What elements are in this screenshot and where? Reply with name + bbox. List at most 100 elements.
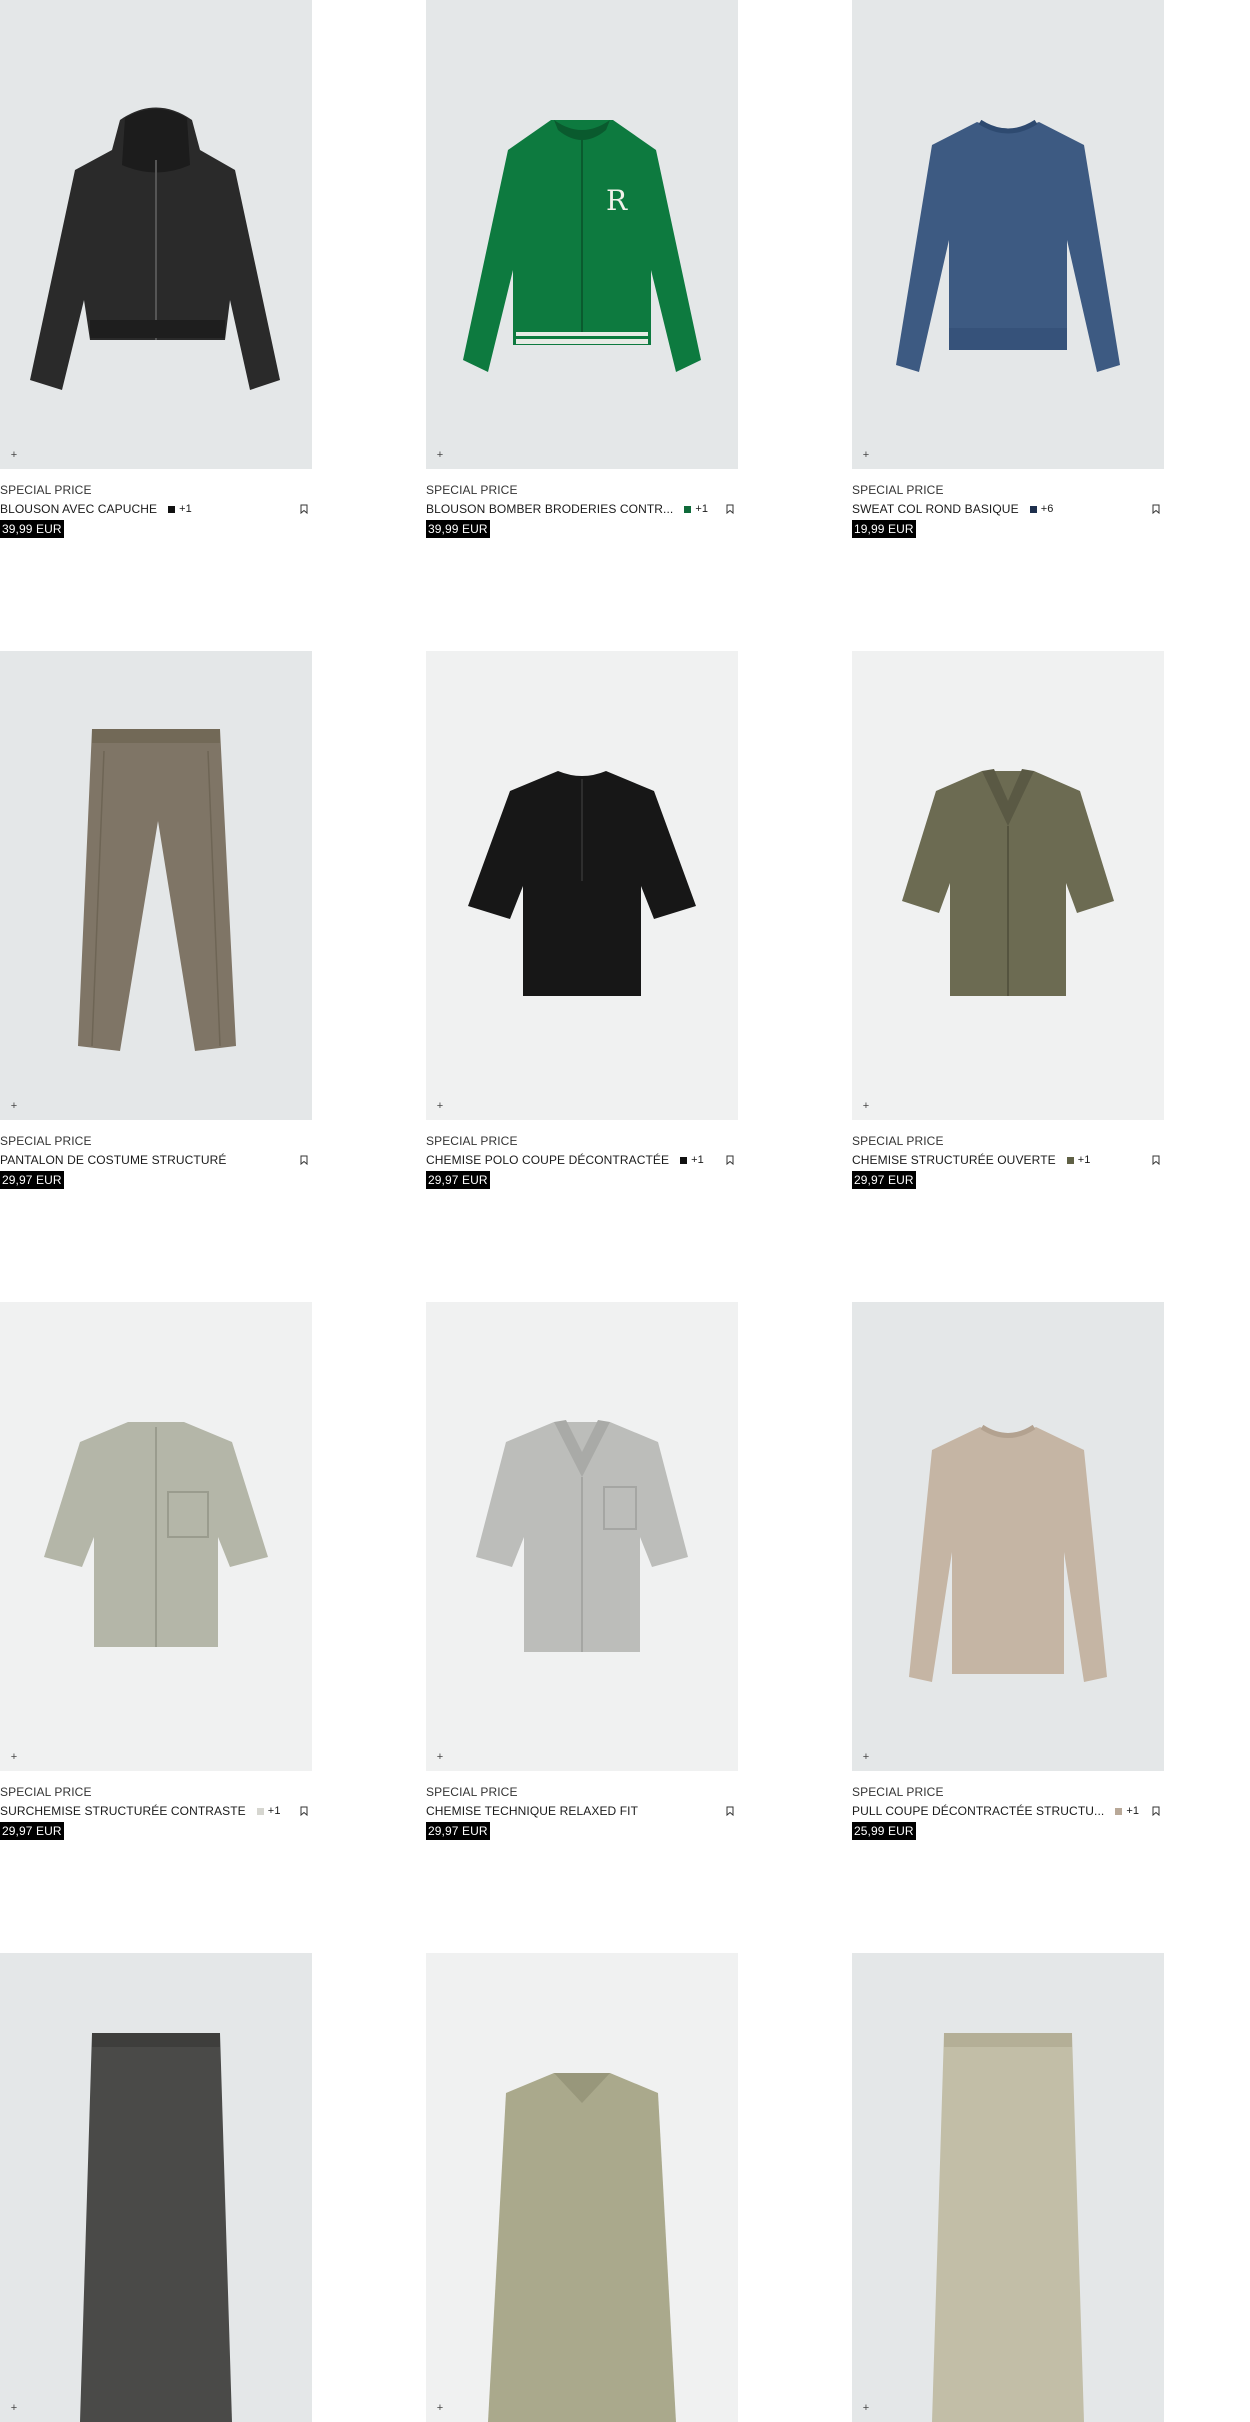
product-card[interactable]: + SPECIAL PRICE CHEMISE POLO COUPE DÉCONTR… xyxy=(426,651,738,1189)
bookmark-icon[interactable] xyxy=(298,1153,310,1167)
product-info: SPECIAL PRICE CHEMISE STRUCTURÉE OUVERTE +… xyxy=(852,1120,1164,1189)
product-name[interactable]: CHEMISE TECHNIQUE RELAXED FIT xyxy=(426,1801,638,1821)
bookmark-icon[interactable] xyxy=(298,1804,310,1818)
bookmark-icon[interactable] xyxy=(724,502,736,516)
add-to-cart-icon[interactable]: + xyxy=(860,1100,872,1112)
product-name[interactable]: PULL COUPE DÉCONTRACTÉE STRUCTU... xyxy=(852,1801,1104,1821)
leather-hooded-jacket-image xyxy=(30,107,280,390)
textured-overshirt-image xyxy=(44,1422,268,1647)
product-image[interactable]: + xyxy=(0,1302,312,1771)
bookmark-icon[interactable] xyxy=(724,1804,736,1818)
product-image[interactable]: + xyxy=(852,1953,1164,2422)
product-image[interactable]: R + xyxy=(426,0,738,469)
product-image[interactable]: + xyxy=(426,1953,738,2422)
product-price: 39,99 EUR xyxy=(426,520,490,538)
product-name[interactable]: BLOUSON BOMBER BRODERIES CONTR... xyxy=(426,499,673,519)
color-swatch[interactable] xyxy=(1115,1807,1123,1815)
more-colors-count: +1 xyxy=(1077,1154,1091,1166)
promo-tag: SPECIAL PRICE xyxy=(0,1785,92,1799)
bookmark-icon[interactable] xyxy=(1150,1153,1162,1167)
product-price: 29,97 EUR xyxy=(426,1171,490,1189)
color-swatch[interactable] xyxy=(1029,505,1037,513)
add-to-cart-icon[interactable]: + xyxy=(8,2402,20,2414)
add-to-cart-icon[interactable]: + xyxy=(434,1751,446,1763)
product-card[interactable]: + SPECIAL PRICE CHEMISE TECHNIQUE RELAXED … xyxy=(426,1302,738,1840)
product-price: 29,97 EUR xyxy=(0,1171,64,1189)
product-card[interactable]: + SPECIAL PRICE SWEAT COL ROND BASIQUE +6 19… xyxy=(852,0,1164,538)
product-image[interactable]: + xyxy=(852,1302,1164,1771)
product-image[interactable]: + xyxy=(852,0,1164,469)
bookmark-icon[interactable] xyxy=(1150,502,1162,516)
product-info: SPECIAL PRICE CHEMISE POLO COUPE DÉCONTRA… xyxy=(426,1120,738,1189)
black-polo-shirt-image xyxy=(468,771,696,996)
product-card[interactable]: + SPECIAL PRICE SURCHEMISE STRUCTURÉE CONT… xyxy=(0,1302,312,1840)
promo-tag: SPECIAL PRICE xyxy=(0,483,92,497)
add-to-cart-icon[interactable]: + xyxy=(860,2402,872,2414)
product-name[interactable]: SURCHEMISE STRUCTURÉE CONTRASTE xyxy=(0,1801,246,1821)
product-card[interactable]: + xyxy=(426,1953,738,2422)
product-card[interactable]: + SPECIAL PRICE PANTALON DE COSTUME STRUCT… xyxy=(0,651,312,1189)
color-swatch[interactable] xyxy=(680,1156,688,1164)
sage-shirt-image xyxy=(488,2073,676,2422)
add-to-cart-icon[interactable]: + xyxy=(434,2402,446,2414)
more-colors-count: +1 xyxy=(691,1154,704,1166)
more-colors-count: +1 xyxy=(179,503,192,515)
product-info: SPECIAL PRICE SURCHEMISE STRUCTURÉE CONTR… xyxy=(0,1771,312,1840)
add-to-cart-icon[interactable]: + xyxy=(8,449,20,461)
product-image[interactable]: + xyxy=(426,1302,738,1771)
product-image[interactable]: + xyxy=(852,651,1164,1120)
add-to-cart-icon[interactable]: + xyxy=(8,1100,20,1112)
product-price: 29,97 EUR xyxy=(852,1171,916,1189)
more-colors-count: +6 xyxy=(1040,503,1054,515)
promo-tag: SPECIAL PRICE xyxy=(0,1134,92,1148)
promo-tag: SPECIAL PRICE xyxy=(426,1134,518,1148)
product-card[interactable]: R + SPECIAL PRICE BLOUSON BOMBER BRODERIES… xyxy=(426,0,738,538)
promo-tag: SPECIAL PRICE xyxy=(426,1785,518,1799)
product-card[interactable]: + xyxy=(852,1953,1164,2422)
color-swatch[interactable] xyxy=(684,505,692,513)
product-info: SPECIAL PRICE PULL COUPE DÉCONTRACTÉE STR… xyxy=(852,1771,1164,1840)
product-image[interactable]: + xyxy=(0,1953,312,2422)
more-colors-count: +1 xyxy=(1126,1805,1140,1817)
product-card[interactable]: + SPECIAL PRICE PULL COUPE DÉCONTRACTÉE ST… xyxy=(852,1302,1164,1840)
color-swatch[interactable] xyxy=(1066,1156,1074,1164)
product-card[interactable]: + xyxy=(0,1953,312,2422)
olive-open-shirt-image xyxy=(902,769,1114,996)
product-price: 25,99 EUR xyxy=(852,1822,916,1840)
product-card[interactable]: + SPECIAL PRICE CHEMISE STRUCTURÉE OUVERTE… xyxy=(852,651,1164,1189)
promo-tag: SPECIAL PRICE xyxy=(852,1134,944,1148)
taupe-trousers-image xyxy=(78,729,236,1051)
add-to-cart-icon[interactable]: + xyxy=(434,1100,446,1112)
blue-sweatshirt-image xyxy=(896,119,1120,372)
product-info: SPECIAL PRICE CHEMISE TECHNIQUE RELAXED F… xyxy=(426,1771,738,1840)
product-image[interactable]: + xyxy=(0,651,312,1120)
product-info: SPECIAL PRICE BLOUSON BOMBER BRODERIES CO… xyxy=(426,469,738,538)
bookmark-icon[interactable] xyxy=(298,502,310,516)
promo-tag: SPECIAL PRICE xyxy=(852,483,944,497)
add-to-cart-icon[interactable]: + xyxy=(860,449,872,461)
color-swatch[interactable] xyxy=(168,505,176,513)
product-price: 29,97 EUR xyxy=(0,1822,64,1840)
grey-technical-shirt-image xyxy=(476,1420,688,1652)
add-to-cart-icon[interactable]: + xyxy=(860,1751,872,1763)
more-colors-count: +1 xyxy=(267,1805,281,1817)
product-price: 39,99 EUR xyxy=(0,520,64,538)
product-name[interactable]: BLOUSON AVEC CAPUCHE xyxy=(0,499,157,519)
more-colors-count: +1 xyxy=(695,503,709,515)
product-image[interactable]: + xyxy=(426,651,738,1120)
product-name[interactable]: PANTALON DE COSTUME STRUCTURÉ xyxy=(0,1150,226,1170)
product-name[interactable]: SWEAT COL ROND BASIQUE xyxy=(852,499,1019,519)
product-card[interactable]: + SPECIAL PRICE BLOUSON AVEC CAPUCHE +1 39,9… xyxy=(0,0,312,538)
product-image[interactable]: + xyxy=(0,0,312,469)
bookmark-icon[interactable] xyxy=(1150,1804,1162,1818)
product-info: SPECIAL PRICE PANTALON DE COSTUME STRUCTU… xyxy=(0,1120,312,1189)
khaki-trousers-image xyxy=(932,2033,1084,2422)
product-name[interactable]: CHEMISE STRUCTURÉE OUVERTE xyxy=(852,1150,1056,1170)
add-to-cart-icon[interactable]: + xyxy=(434,449,446,461)
beige-sweater-image xyxy=(909,1424,1107,1682)
bookmark-icon[interactable] xyxy=(724,1153,736,1167)
product-name[interactable]: CHEMISE POLO COUPE DÉCONTRACTÉE xyxy=(426,1150,669,1170)
add-to-cart-icon[interactable]: + xyxy=(8,1751,20,1763)
color-swatch[interactable] xyxy=(256,1807,264,1815)
promo-tag: SPECIAL PRICE xyxy=(852,1785,944,1799)
